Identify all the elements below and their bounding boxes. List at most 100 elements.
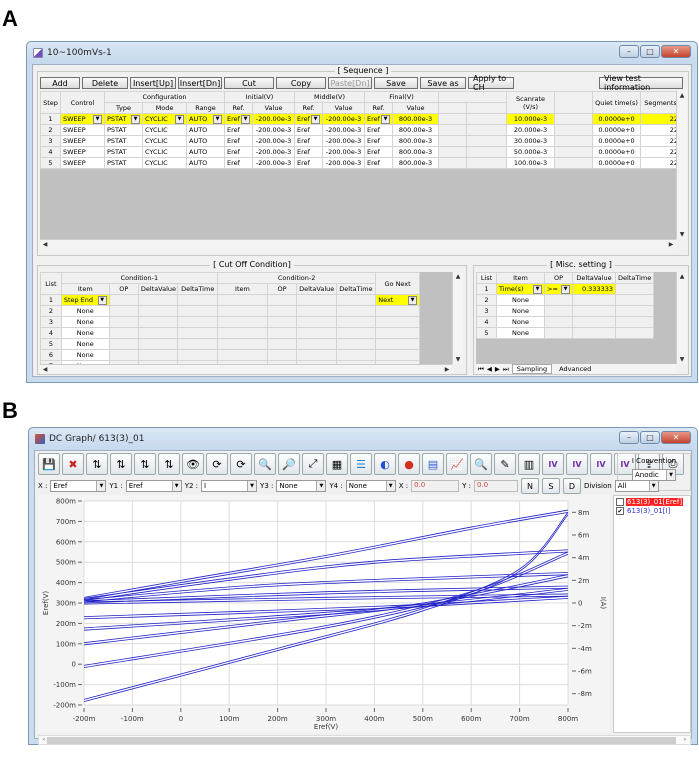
cell-fval[interactable]: 800.00e-3 (392, 157, 440, 169)
chevron-down-icon[interactable]: ▼ (213, 114, 223, 124)
y1-axis-select[interactable]: Eref ▼ (125, 480, 182, 492)
cell-item[interactable]: None (496, 305, 545, 317)
cell-ival[interactable]: -200.00e-3 (252, 113, 296, 125)
cell-go-next[interactable] (375, 316, 420, 328)
chevron-down-icon[interactable]: ▼ (131, 114, 140, 124)
sequence-row[interactable]: 3 SWEEP PSTAT CYCLIC AUTO Eref -200.00e-3 Eref -… (40, 135, 682, 147)
refresh-b-icon[interactable]: ⟳ (230, 453, 252, 475)
cell-seg[interactable]: 22 (640, 146, 682, 158)
cell-empty[interactable] (296, 338, 337, 350)
trace2-icon[interactable]: ⇅ (110, 453, 132, 475)
cell-seg[interactable]: 22 (640, 135, 682, 147)
cell-go-next[interactable] (375, 349, 420, 361)
cell-empty[interactable] (296, 349, 337, 361)
cell-scan[interactable]: 50.000e-3 (506, 146, 556, 158)
legend-item[interactable]: ✔ 613(3)_01[I] (616, 507, 688, 515)
cutoff-vertical-scrollbar[interactable]: ▲ ▼ (452, 272, 463, 364)
misc-row[interactable]: 1 Time(s) ▼ >= ▼ 0.333333 (476, 283, 654, 295)
cell-mref[interactable]: Eref (294, 124, 324, 136)
cell-fval[interactable]: 800.00e-3 (392, 146, 440, 158)
cell-seg[interactable]: 22 (640, 157, 682, 169)
cell-item[interactable]: Step End ▼ (60, 294, 110, 306)
cell-scan[interactable]: 30.000e-3 (506, 135, 556, 147)
cell-quiet[interactable]: 0.0000e+0 (592, 157, 642, 169)
cell-dtime[interactable] (615, 283, 654, 295)
cell-empty[interactable] (108, 327, 139, 339)
sequence-row[interactable]: 4 SWEEP PSTAT CYCLIC AUTO Eref -200.00e-3 Eref -… (40, 146, 682, 158)
cell-control[interactable]: SWEEP ▼ (60, 113, 105, 125)
division-n-icon[interactable]: N (520, 478, 539, 494)
cell-range[interactable]: AUTO (185, 146, 226, 158)
cell-empty[interactable] (335, 305, 377, 317)
cell-empty[interactable] (108, 305, 139, 317)
cell-range[interactable]: AUTO (185, 157, 226, 169)
view-icon[interactable]: 👁 (182, 453, 204, 475)
cutoff-row[interactable]: 1 Step End ▼ Next ▼ (40, 294, 420, 306)
dot-mode-icon[interactable]: ● (398, 453, 420, 475)
chevron-down-icon[interactable]: ▼ (561, 284, 570, 294)
cell-empty[interactable] (137, 316, 179, 328)
misc-row[interactable]: 4 None (476, 316, 654, 328)
chevron-down-icon[interactable]: ▼ (97, 295, 107, 305)
cell-seg[interactable]: 22 (640, 113, 682, 125)
cell-empty[interactable] (137, 338, 179, 350)
sequence-titlebar[interactable]: 10~100mVs-1 – □ ✕ (27, 42, 697, 64)
misc-row[interactable]: 5 None (476, 327, 654, 339)
misc-vertical-scrollbar[interactable]: ▲ ▼ (676, 272, 687, 364)
scroll-left-icon[interactable]: ‹ (39, 736, 49, 743)
graph-horizontal-scrollbar[interactable]: ‹ › (38, 735, 691, 745)
zoom-fit-icon[interactable]: ⤢ (302, 453, 324, 475)
cell-empty[interactable] (177, 338, 218, 350)
cell-step[interactable]: 3 (40, 135, 61, 147)
x-axis-select[interactable]: Eref ▼ (50, 480, 107, 492)
cell-type[interactable]: PSTAT ▼ (104, 113, 143, 125)
cell-mref[interactable]: Eref (294, 146, 324, 158)
tab-sampling[interactable]: Sampling (511, 364, 553, 374)
cell-dtime[interactable] (615, 327, 654, 339)
cell-dvalue[interactable] (572, 327, 616, 339)
cell-empty[interactable] (335, 349, 377, 361)
cell-op[interactable] (544, 327, 573, 339)
cell-op[interactable] (544, 294, 573, 306)
cell-empty[interactable] (137, 294, 179, 306)
cell-ival[interactable]: -200.00e-3 (252, 135, 296, 147)
cell-mode[interactable]: CYCLIC (142, 146, 187, 158)
first-sheet-icon[interactable]: ⏮ (478, 365, 484, 374)
cell-go-next[interactable] (375, 327, 420, 339)
scroll-right-icon[interactable]: ▶ (442, 366, 452, 373)
scroll-down-icon[interactable]: ▼ (677, 231, 687, 238)
sequence-vertical-scrollbar[interactable]: ▲ ▼ (676, 91, 687, 239)
cell-type[interactable]: PSTAT (104, 157, 143, 169)
insert-up-button[interactable]: Insert[Up] (130, 77, 176, 89)
scrollbar-thumb[interactable] (47, 737, 676, 744)
cell-go-next[interactable] (375, 338, 420, 350)
cell-mode[interactable]: CYCLIC (142, 157, 187, 169)
add-button[interactable]: Add (40, 77, 80, 89)
cell-fval[interactable]: 800.00e-3 (392, 113, 440, 125)
cell-mval[interactable]: -200.00e-3 (322, 113, 366, 125)
cell-mval[interactable]: -200.00e-3 (322, 157, 366, 169)
cell-fref[interactable]: Eref (364, 157, 394, 169)
cell-empty[interactable] (216, 349, 268, 361)
cell-dtime[interactable] (615, 294, 654, 306)
cell-empty[interactable] (216, 316, 268, 328)
scroll-up-icon[interactable]: ▲ (677, 92, 687, 99)
iv-3-icon[interactable]: IV (590, 453, 612, 475)
division-select[interactable]: All ▼ (614, 480, 659, 492)
chart-icon[interactable]: 📈 (446, 453, 468, 475)
cell-item[interactable]: None (60, 305, 110, 317)
iv-2-icon[interactable]: IV (566, 453, 588, 475)
cell-iref[interactable]: Eref ▼ (224, 113, 254, 125)
cell-seg[interactable]: 22 (640, 124, 682, 136)
cell-range[interactable]: AUTO (185, 135, 226, 147)
cell-item[interactable]: None (496, 316, 545, 328)
cell-scan[interactable]: 10.000e-3 (506, 113, 556, 125)
save-button[interactable]: Save (374, 77, 418, 89)
cell-quiet[interactable]: 0.0000e+0 (592, 135, 642, 147)
cell-scan[interactable]: 20.000e-3 (506, 124, 556, 136)
cell-item[interactable]: Time(s) ▼ (496, 283, 545, 295)
cell-step[interactable]: 5 (40, 157, 61, 169)
cell-mode[interactable]: CYCLIC ▼ (142, 113, 187, 125)
cell-iref[interactable]: Eref (224, 124, 254, 136)
cell-mval[interactable]: -200.00e-3 (322, 124, 366, 136)
